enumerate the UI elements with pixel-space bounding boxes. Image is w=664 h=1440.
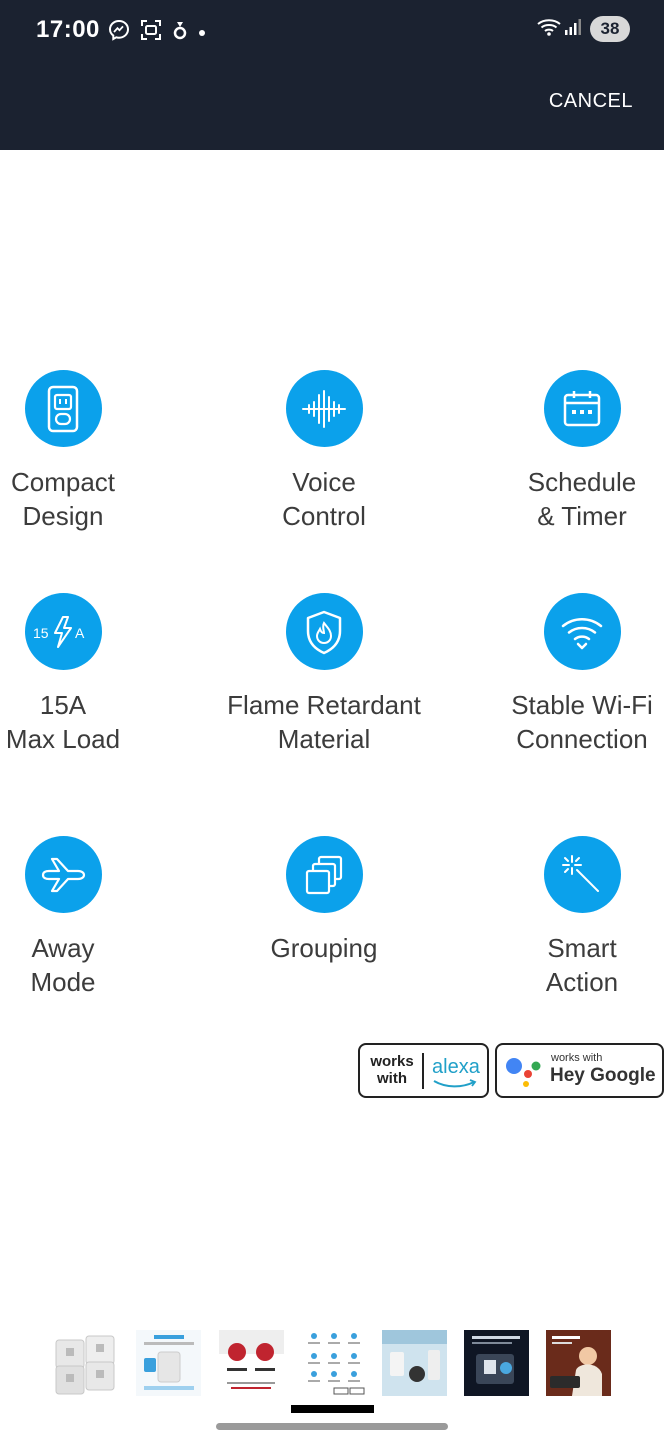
google-badge-big: Hey Google [550, 1065, 656, 1086]
smart-action-icon [543, 836, 621, 913]
top-app-bar: 17:00 38 CANCEL [0, 0, 664, 150]
wifi-status-icon [536, 17, 562, 42]
selected-thumbnail-indicator [291, 1405, 374, 1413]
feature-label: Away Mode [30, 933, 96, 997]
alexa-badge-line2: with [377, 1070, 407, 1087]
cancel-button[interactable]: CANCEL [549, 90, 633, 113]
works-with-alexa-badge: works with alexa [358, 1043, 489, 1098]
feature-label: Smart Action [545, 933, 619, 997]
app-notification-icon [172, 19, 188, 46]
max-load-icon: 15 A [24, 593, 102, 670]
thumbnail-5[interactable] [382, 1330, 447, 1396]
system-status: 38 [536, 16, 630, 42]
alexa-logo-text: alexa [432, 1056, 480, 1078]
feature-label: 15A Max Load [5, 690, 121, 754]
status-time: 17:00 [36, 16, 100, 43]
google-assistant-icon [506, 1058, 541, 1087]
more-notifications-dot-icon [198, 24, 206, 42]
flame-retardant-icon [285, 593, 363, 670]
max-load-unit: A [75, 625, 85, 641]
thumbnail-strip [52, 1330, 612, 1398]
notification-icons [108, 19, 216, 46]
feature-grouping: Grouping [204, 836, 444, 965]
thumbnail-4-selected[interactable] [302, 1330, 367, 1396]
wifi-icon [543, 593, 621, 670]
grouping-icon [285, 836, 363, 913]
feature-schedule-timer: Schedule & Timer [462, 370, 664, 533]
feature-smart-action: Smart Action [462, 836, 664, 999]
gesture-home-bar[interactable] [216, 1423, 448, 1430]
feature-label: Compact Design [10, 467, 116, 531]
thumbnail-3[interactable] [219, 1330, 284, 1396]
works-with-google-badge: works with Hey Google [495, 1043, 664, 1098]
alexa-badge-line1: works [370, 1053, 414, 1070]
feature-label: Voice Control [282, 467, 366, 531]
max-load-number: 15 [33, 625, 49, 641]
signal-icon [564, 18, 582, 41]
feature-compact-design: Compact Design [0, 370, 183, 533]
schedule-timer-icon [543, 370, 621, 447]
thumbnail-7[interactable] [546, 1330, 611, 1396]
feature-voice-control: Voice Control [204, 370, 444, 533]
feature-label: Grouping [270, 933, 378, 963]
feature-away-mode: Away Mode [0, 836, 183, 999]
feature-stable-wifi: Stable Wi-Fi Connection [462, 593, 664, 756]
thumbnail-2[interactable] [136, 1330, 201, 1396]
alexa-smile-icon [433, 1079, 477, 1088]
feature-flame-retardant: Flame Retardant Material [204, 593, 444, 756]
voice-control-icon [285, 370, 363, 447]
feature-label: Stable Wi-Fi Connection [511, 690, 653, 754]
battery-indicator: 38 [590, 16, 630, 42]
airplane-icon [24, 836, 102, 913]
thumbnail-6[interactable] [464, 1330, 529, 1396]
thumbnail-1[interactable] [52, 1330, 117, 1396]
feature-label: Flame Retardant Material [227, 690, 421, 754]
google-badge-small: works with [551, 1052, 603, 1064]
compact-design-icon [24, 370, 102, 447]
feature-label: Schedule & Timer [527, 467, 637, 531]
messenger-icon [108, 19, 130, 46]
feature-max-load: 15 A 15A Max Load [0, 593, 183, 756]
screenshot-icon [140, 19, 162, 46]
